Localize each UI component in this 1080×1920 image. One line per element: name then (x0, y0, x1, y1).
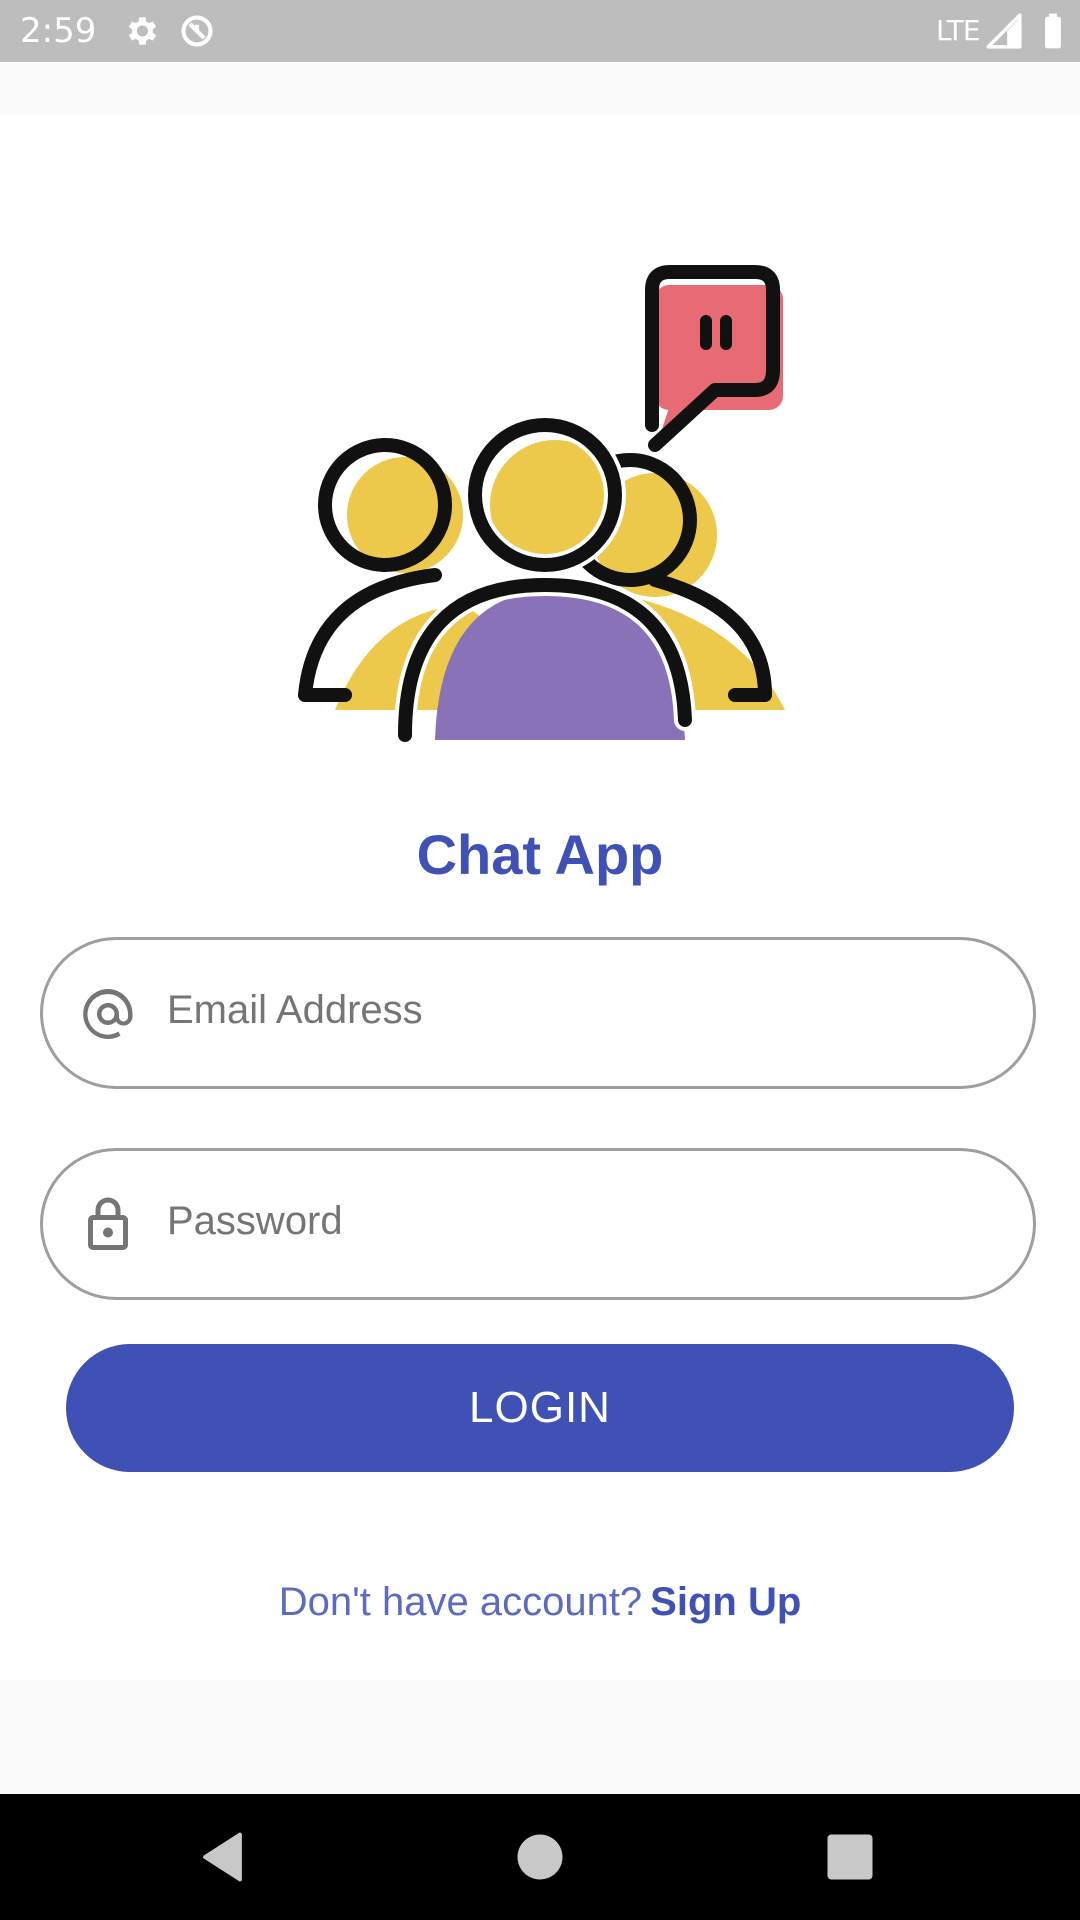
password-input[interactable] (167, 1181, 987, 1261)
at-sign-icon (83, 989, 133, 1039)
login-card: Chat App LOGIN Don't have account?Sign U… (0, 115, 1080, 1680)
battery-icon (1045, 13, 1061, 49)
email-input[interactable] (167, 970, 987, 1050)
signal-icon (986, 13, 1022, 49)
home-icon[interactable] (510, 1827, 570, 1887)
status-time: 2:59 (20, 11, 97, 51)
navigation-bar (0, 1794, 1080, 1920)
signup-prompt: Don't have account? (278, 1580, 643, 1624)
email-field[interactable] (40, 937, 1036, 1089)
status-bar: 2:59 LTE (0, 0, 1080, 62)
back-icon[interactable] (195, 1827, 255, 1887)
recents-icon[interactable] (820, 1827, 880, 1887)
screen: 2:59 LTE Chat App Email Address LOGIN Do… (0, 0, 1080, 1920)
group-chat-logo (298, 265, 785, 746)
network-type: LTE (936, 14, 981, 47)
settings-icon (128, 17, 157, 45)
sync-icon (181, 15, 213, 47)
app-title: Chat App (416, 823, 664, 886)
login-button[interactable]: LOGIN (66, 1344, 1014, 1472)
signup-row: Don't have account? Sign Up (0, 1575, 1080, 1629)
lock-icon (88, 1197, 128, 1250)
signup-link[interactable]: Sign Up (650, 1580, 801, 1624)
speech-bubble-icon (645, 265, 783, 452)
password-field[interactable] (40, 1148, 1036, 1300)
